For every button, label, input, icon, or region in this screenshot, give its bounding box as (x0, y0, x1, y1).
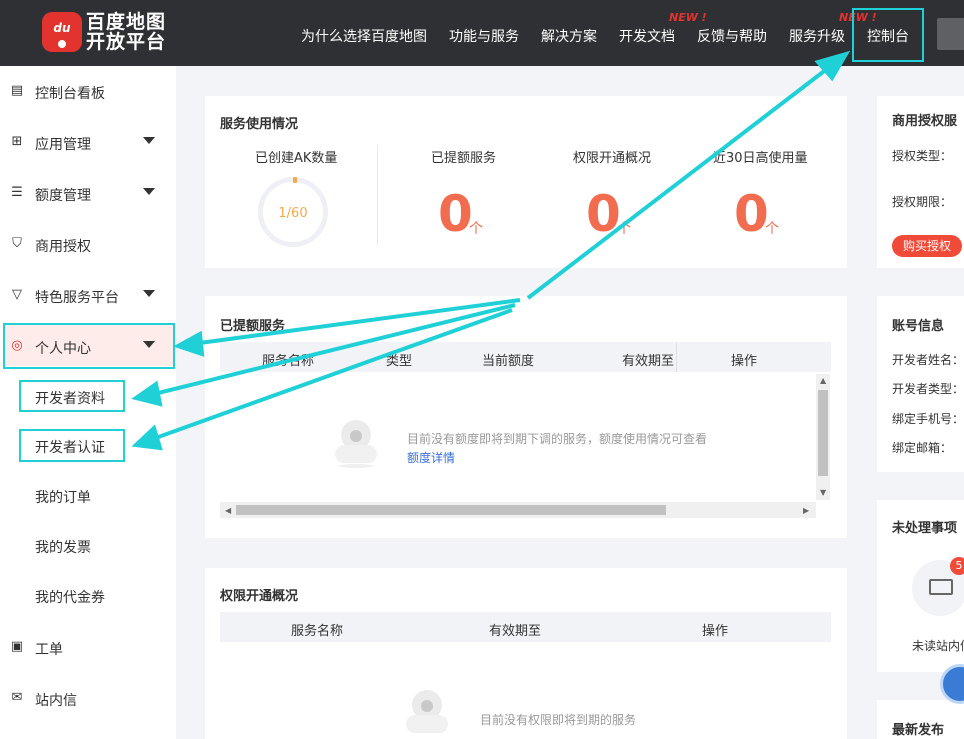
arrow-to-personal-center (191, 298, 521, 346)
arrow-head-developer-profile (131, 380, 163, 407)
arrow-to-console (526, 60, 838, 300)
arrow-head-personal-center (173, 330, 205, 357)
arrow-group (131, 50, 851, 451)
arrow-to-developer-auth (149, 308, 513, 442)
annotation-arrows (131, 50, 851, 451)
arrow-to-developer-profile (149, 303, 516, 397)
arrow-head-developer-auth (131, 424, 163, 451)
